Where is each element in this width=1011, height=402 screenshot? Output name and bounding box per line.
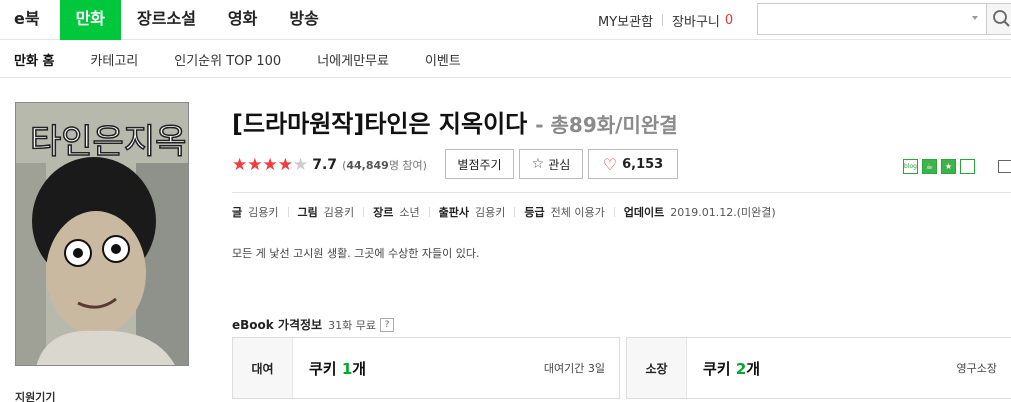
info-publisher[interactable]: 김용키	[475, 204, 505, 220]
own-cookie-price: 쿠키 2개	[703, 358, 760, 379]
info-key-rating: 등급	[524, 206, 545, 219]
search-icon	[993, 10, 1010, 27]
cafe-icon[interactable]: ☕	[922, 159, 937, 174]
rating-row: ★ ★ ★ ★ ★ 7.7 (44,849명 참여)	[232, 150, 427, 180]
rating-votes: (44,849명 참여)	[342, 157, 427, 173]
subnav-event[interactable]: 이벤트	[425, 50, 461, 69]
my-library-link[interactable]: MY보관함	[598, 11, 653, 30]
user-links: MY보관함 장바구니 0	[598, 0, 733, 40]
info-updated: 2019.01.12.(미완결)	[670, 206, 776, 219]
star-icon: ★	[262, 154, 278, 175]
search-button[interactable]	[986, 3, 1011, 35]
star-icon: ★	[232, 154, 248, 175]
help-icon[interactable]: ?	[379, 317, 394, 332]
divider	[363, 207, 365, 217]
votes-count: 44,849	[346, 159, 389, 172]
nav-genre-novel[interactable]: 장르소설	[121, 0, 212, 40]
cover-image[interactable]: 타인은지옥이다	[15, 102, 189, 366]
own-price-box[interactable]: 소장 쿠키 2개 영구소장	[626, 337, 1011, 399]
free-episodes: 31화 무료	[328, 318, 376, 332]
title-row: [드라마원작]타인은 지옥이다 - 총89화/미완결	[232, 104, 678, 140]
info-artist[interactable]: 김용키	[324, 204, 354, 220]
own-period: 영구소장	[956, 362, 997, 375]
divider	[232, 192, 1011, 193]
divider	[613, 207, 615, 217]
cookie-word: 쿠키	[703, 359, 731, 378]
cookie-unit: 개	[352, 359, 367, 378]
category-menu: e북 만화 장르소설 영화 방송	[0, 0, 335, 40]
share-icon[interactable]	[998, 160, 1011, 173]
description: 모든 게 낯선 고시원 생활. 그곳에 수상한 자들이 있다.	[232, 247, 480, 260]
price-title: eBook 가격정보	[232, 318, 323, 332]
cookie-count: 1	[341, 359, 353, 378]
like-button[interactable]: ♡ 6,153	[588, 149, 678, 179]
own-label: 소장	[627, 338, 687, 398]
info-genre[interactable]: 소년	[399, 204, 419, 220]
bookmark-star-icon[interactable]: ★	[941, 159, 956, 174]
divider	[287, 207, 289, 217]
rent-price-box[interactable]: 대여 쿠키 1개 대여기간 3일	[232, 337, 620, 399]
subnav-top100[interactable]: 인기순위 TOP 100	[174, 50, 281, 69]
subnav-comics-home[interactable]: 만화 홈	[14, 50, 54, 69]
cover-illustration: 타인은지옥이다	[16, 103, 189, 365]
nav-broadcast[interactable]: 방송	[273, 0, 334, 40]
book-info: 글 김용키 그림 김용키 장르 소년 출판사 김용키 등급 전체 이용가 업데이…	[232, 204, 776, 220]
share-icons: blog ☕ ★	[903, 159, 979, 174]
nav-ebook[interactable]: e북	[0, 0, 60, 40]
votes-suffix: 명 참여)	[388, 159, 427, 172]
divider	[428, 207, 430, 217]
share-box-icon[interactable]	[960, 159, 975, 174]
svg-text:타인은지옥이다: 타인은지옥이다	[30, 122, 189, 162]
rent-label: 대여	[233, 338, 293, 398]
cart-count: 0	[724, 12, 734, 28]
rating-score: 7.7	[312, 157, 338, 173]
heart-icon: ♡	[602, 154, 618, 174]
rent-cookie-price: 쿠키 1개	[309, 358, 366, 379]
supported-devices-label[interactable]: 지원기기	[15, 389, 55, 402]
episode-status: - 총89화/미완결	[535, 113, 678, 137]
top-navigation: e북 만화 장르소설 영화 방송 MY보관함 장바구니 0	[0, 0, 1011, 40]
chevron-down-icon[interactable]	[972, 16, 978, 20]
info-writer[interactable]: 김용키	[248, 204, 278, 220]
info-age-rating: 전체 이용가	[550, 206, 605, 219]
star-icon: ★	[277, 154, 293, 175]
star-icon: ★	[293, 154, 309, 175]
like-count: 6,153	[622, 156, 664, 172]
info-key-writer: 글	[232, 206, 243, 219]
star-icon: ★	[247, 154, 263, 175]
info-key-publisher: 출판사	[438, 206, 469, 219]
favorite-button[interactable]: ☆ 관심	[519, 149, 583, 179]
subnav-free-for-you[interactable]: 너에게만무료	[317, 50, 389, 69]
rent-period: 대여기간 3일	[543, 362, 605, 375]
star-outline-icon: ☆	[531, 156, 545, 172]
blog-icon[interactable]: blog	[903, 159, 918, 174]
cart-link[interactable]: 장바구니	[672, 11, 720, 30]
cookie-count: 2	[735, 359, 747, 378]
sub-navigation: 만화 홈 카테고리 인기순위 TOP 100 너에게만무료 이벤트	[0, 41, 1011, 78]
price-header: eBook 가격정보 31화 무료 ?	[232, 316, 394, 333]
cookie-unit: 개	[746, 359, 761, 378]
info-key-genre: 장르	[373, 206, 394, 219]
divider	[514, 207, 516, 217]
page-title: [드라마원작]타인은 지옥이다	[232, 110, 528, 138]
nav-comics[interactable]: 만화	[59, 0, 122, 40]
rate-button[interactable]: 별점주기	[445, 149, 514, 179]
rate-button-label: 별점주기	[457, 157, 502, 172]
rating-stars: ★ ★ ★ ★ ★	[232, 154, 309, 175]
cookie-word: 쿠키	[309, 359, 337, 378]
info-key-updated: 업데이트	[623, 206, 665, 219]
search-input[interactable]	[757, 3, 987, 35]
divider	[662, 14, 664, 26]
info-key-artist: 그림	[297, 206, 318, 219]
nav-movie[interactable]: 영화	[212, 0, 273, 40]
favorite-button-label: 관심	[548, 157, 571, 172]
subnav-category[interactable]: 카테고리	[90, 50, 138, 69]
